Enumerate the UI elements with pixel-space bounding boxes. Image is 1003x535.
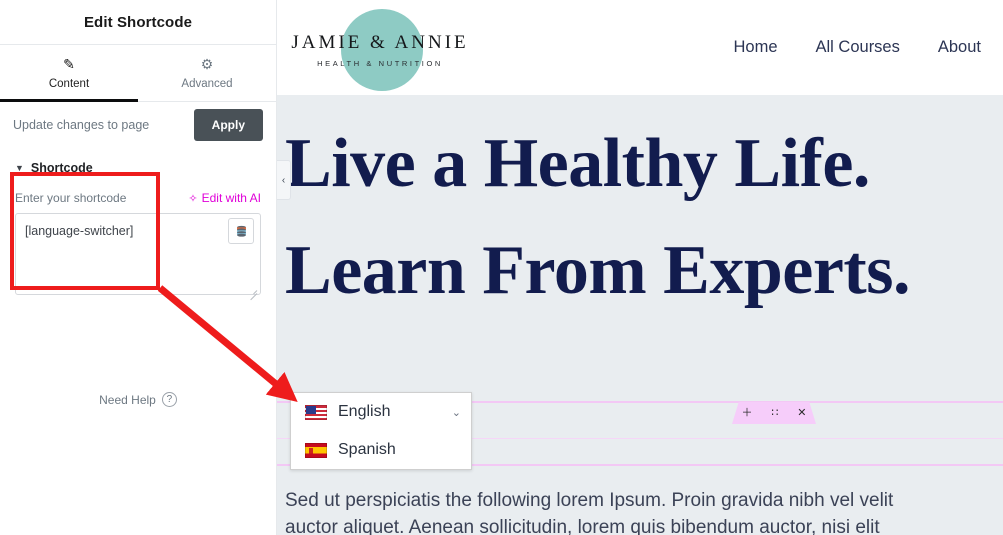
tab-content-label: Content [48,77,90,90]
tab-advanced[interactable]: ⚙ Advanced [138,45,276,101]
elementor-left-panel: Edit Shortcode ✎ Content ⚙ Advanced Upda… [0,0,277,535]
logo-main-text: JAMIE & ANNIE [291,31,469,53]
logo-sub-text: HEALTH & NUTRITION [317,58,443,68]
shortcode-section-header[interactable]: ▼ Shortcode [0,147,276,181]
update-changes-row: Update changes to page Apply [0,102,276,147]
spain-flag-icon [305,442,327,458]
pencil-icon: ✎ [63,55,75,72]
elementor-editor-window: Edit Shortcode ✎ Content ⚙ Advanced Upda… [0,0,1003,535]
widget-edit-toolbar: ＋ ∷ ✕ [732,402,816,424]
language-option-english-label: English [338,403,391,420]
plus-icon[interactable]: ＋ [741,407,752,419]
chevron-down-icon: ▼ [15,162,24,173]
edit-with-ai-label: Edit with AI [201,191,261,205]
logo-text-group: JAMIE & ANNIE HEALTH & NUTRITION [285,32,475,68]
shortcode-field-label: Enter your shortcode [15,191,127,205]
update-changes-label: Update changes to page [13,117,150,132]
database-icon[interactable] [228,218,254,244]
drag-dots-icon[interactable]: ∷ [771,407,778,419]
hero-heading-line1: Live a Healthy Life. [285,125,870,202]
need-help-label: Need Help [99,392,156,407]
tab-advanced-label: Advanced [181,77,233,90]
nav-link-home[interactable]: Home [733,38,777,57]
shortcode-section-title: Shortcode [30,161,93,175]
chevron-down-icon[interactable]: ⌄ [452,406,461,419]
shortcode-input[interactable] [15,213,261,295]
language-option-spanish[interactable]: Spanish [291,431,471,469]
sparkle-icon: ✧ [188,192,198,205]
page-title: Edit Shortcode [83,13,193,31]
tab-content[interactable]: ✎ Content [0,45,138,102]
apply-button[interactable]: Apply [193,108,263,141]
panel-tabs: ✎ Content ⚙ Advanced [0,45,276,102]
shortcode-field-row: Enter your shortcode ✧ Edit with AI [0,181,276,210]
nav-link-all-courses[interactable]: All Courses [816,38,900,57]
question-mark-icon[interactable]: ? [161,392,177,407]
panel-header: Edit Shortcode [0,0,276,45]
site-logo[interactable]: JAMIE & ANNIE HEALTH & NUTRITION [285,5,475,91]
nav-link-about[interactable]: About [938,38,981,57]
chevron-left-icon: ‹ [281,174,286,186]
need-help-row: Need Help ? [0,392,276,407]
language-switcher-dropdown[interactable]: English ⌄ Spanish [290,392,472,470]
us-flag-icon [305,404,327,420]
close-icon[interactable]: ✕ [797,407,806,419]
edit-with-ai-link[interactable]: ✧ Edit with AI [188,191,261,205]
site-navigation: Home All Courses About [733,38,981,57]
hero-paragraph: Sed ut perspiciatis the following lorem … [285,490,894,535]
language-option-spanish-label: Spanish [338,441,396,458]
shortcode-textarea-wrap [0,210,276,301]
language-option-english[interactable]: English ⌄ [291,393,471,431]
gear-icon: ⚙ [200,55,214,72]
site-header: JAMIE & ANNIE HEALTH & NUTRITION Home Al… [277,0,1003,95]
panel-collapse-handle[interactable]: ‹ [277,160,291,200]
hero-heading-line2: Learn From Experts. [285,232,910,309]
